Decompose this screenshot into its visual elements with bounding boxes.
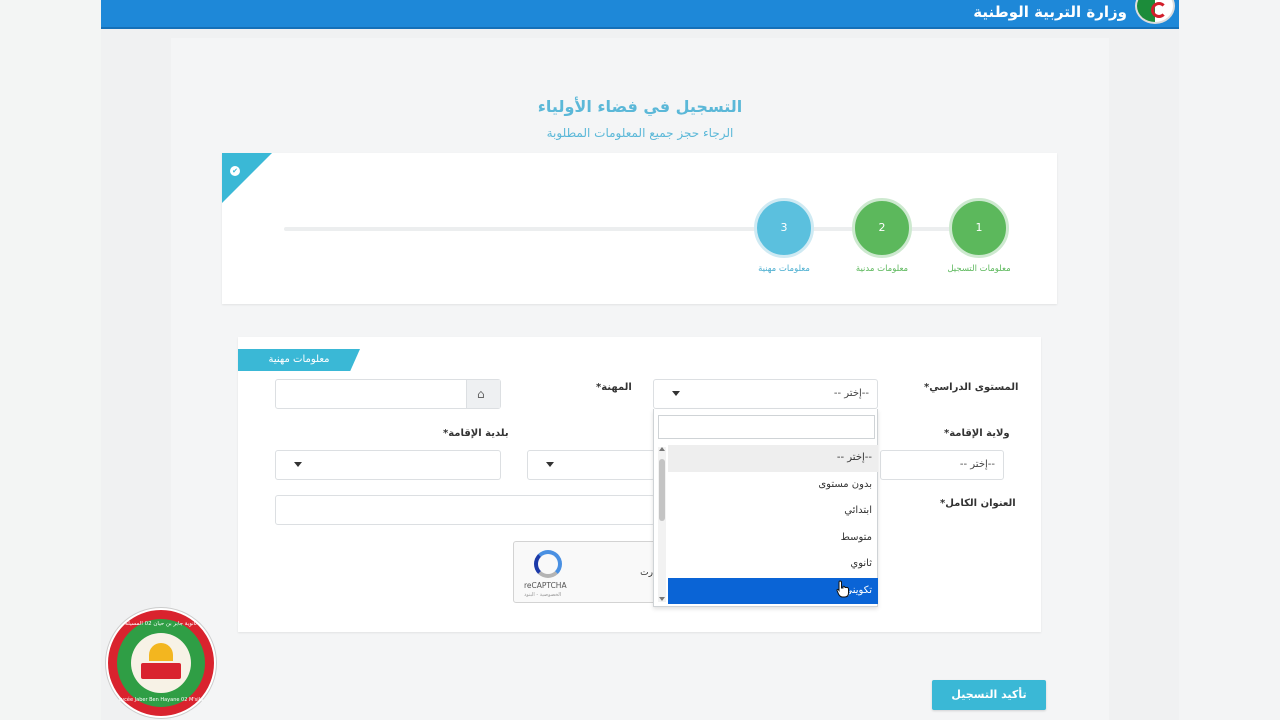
logo-bottom-text: Lycée Jaber Ben Hayane 02 M'sila: [118, 697, 204, 703]
step-label: معلومات مدنية: [855, 264, 909, 274]
page-title: التسجيل في فضاء الأولياء: [537, 97, 743, 116]
scroll-down-icon[interactable]: [659, 597, 665, 601]
check-icon: ✔: [230, 166, 240, 176]
top-header-bar: وزارة التربية الوطنية: [101, 0, 1179, 29]
profession-label: المهنة*: [596, 382, 632, 393]
recaptcha-logo-icon: [534, 550, 562, 578]
dropdown-option[interactable]: --إختر --: [668, 445, 878, 472]
chevron-down-icon: [546, 462, 554, 467]
residence-commune-select[interactable]: [275, 450, 501, 480]
corner-ribbon: [222, 153, 272, 203]
confirm-registration-button[interactable]: تأكيد التسجيل: [932, 680, 1046, 710]
steps-progress-card: ✔ 1 معلومات التسجيل 2 معلومات مدنية 3 مع…: [222, 153, 1057, 304]
education-level-select[interactable]: --إختر --: [653, 379, 878, 409]
logo-top-text: ثانوية جابر بن حيان 02 المسيلة: [125, 621, 197, 627]
scrollbar-thumb[interactable]: [659, 459, 665, 521]
sun-icon: [149, 643, 173, 661]
dropdown-option[interactable]: متوسط: [668, 525, 878, 552]
algeria-flag-icon: [1135, 0, 1175, 24]
home-addon: ⌂: [466, 380, 500, 408]
section-title: معلومات مهنية: [238, 349, 360, 371]
logo-inner: [131, 633, 191, 693]
book-icon: [141, 663, 181, 679]
page-subtitle: الرجاء حجز جميع المعلومات المطلوبة: [546, 126, 734, 140]
recaptcha-widget[interactable]: reCAPTCHA الخصوصية - البنود رت: [513, 541, 658, 603]
dropdown-option[interactable]: ابتدائي: [668, 498, 878, 525]
residence-commune-label: بلدية الإقامة*: [443, 428, 509, 439]
residence-state-label: ولاية الإقامة*: [944, 428, 1010, 439]
hand-cursor-icon: [836, 580, 849, 598]
step-label: معلومات مهنية: [758, 264, 810, 274]
education-level-value: --إختر --: [833, 388, 869, 399]
step-circle: 1: [949, 198, 1009, 258]
ministry-name: وزارة التربية الوطنية: [973, 3, 1127, 21]
recaptcha-text: رت: [640, 568, 653, 578]
step-circle: 2: [852, 198, 912, 258]
residence-select-middle[interactable]: [527, 450, 655, 480]
dropdown-scrollbar[interactable]: [658, 447, 666, 602]
step-civil-info[interactable]: 2 معلومات مدنية: [850, 198, 914, 275]
step-registration-info[interactable]: 1 معلومات التسجيل: [947, 198, 1011, 275]
school-logo-watermark: ثانوية جابر بن حيان 02 المسيلة Lycée Jab…: [106, 608, 216, 718]
recaptcha-brand: reCAPTCHA: [524, 581, 567, 590]
step-professional-info[interactable]: 3 معلومات مهنية: [752, 198, 816, 275]
recaptcha-privacy-link[interactable]: الخصوصية - البنود: [524, 592, 561, 598]
full-address-input[interactable]: [275, 495, 655, 525]
chevron-down-icon: [294, 462, 302, 467]
residence-state-value: --إختر --: [959, 459, 995, 470]
education-level-dropdown: --إختر -- بدون مستوى ابتدائي متوسط ثانوي…: [653, 409, 878, 607]
chevron-down-icon: [672, 391, 680, 396]
logo-ring: ثانوية جابر بن حيان 02 المسيلة Lycée Jab…: [117, 619, 205, 707]
dropdown-search-input[interactable]: [658, 415, 875, 439]
full-address-label: العنوان الكامل*: [940, 498, 1016, 509]
step-circle: 3: [754, 198, 814, 258]
residence-state-select[interactable]: --إختر --: [880, 450, 1004, 480]
scroll-up-icon[interactable]: [659, 447, 665, 451]
dropdown-option[interactable]: ثانوي: [668, 551, 878, 578]
home-icon: ⌂: [477, 387, 485, 401]
step-label: معلومات التسجيل: [947, 264, 1011, 274]
dropdown-option[interactable]: بدون مستوى: [668, 472, 878, 499]
profession-input[interactable]: ⌂: [275, 379, 501, 409]
education-level-label: المستوى الدراسي*: [924, 382, 1019, 393]
